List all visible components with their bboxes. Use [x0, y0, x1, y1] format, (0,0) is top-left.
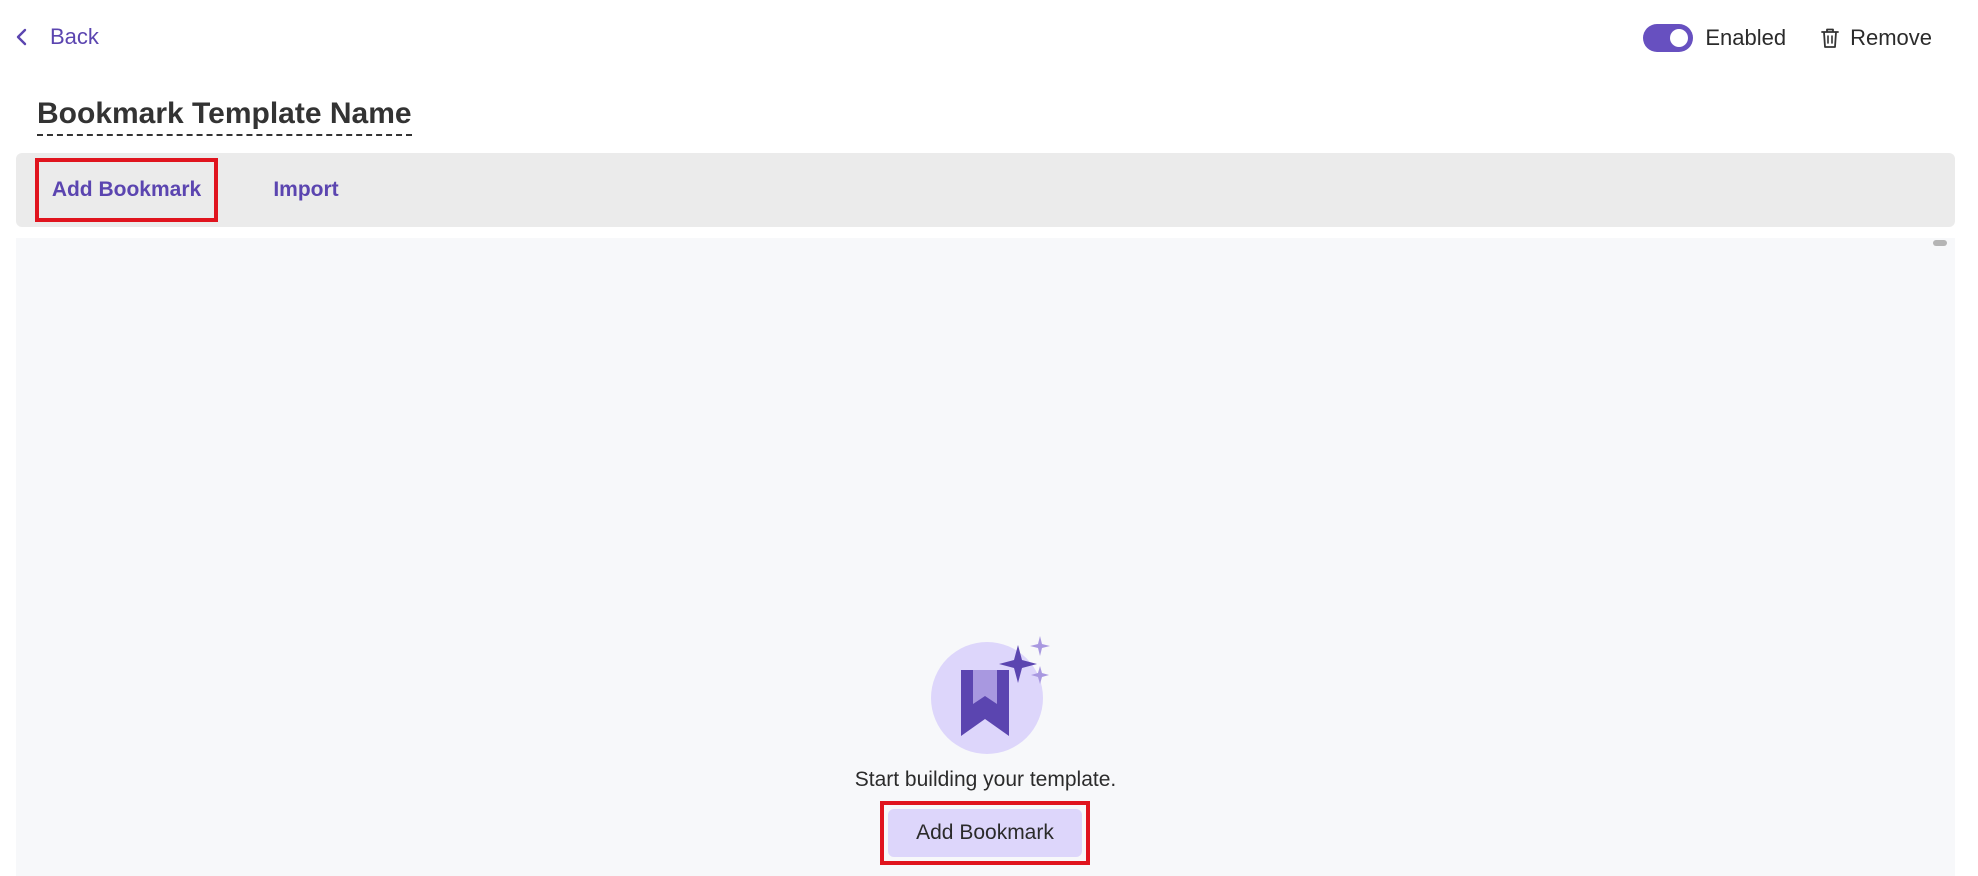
add-bookmark-button-label: Add Bookmark — [888, 809, 1082, 857]
add-bookmark-button[interactable]: Add Bookmark — [880, 801, 1090, 865]
empty-state-message: Start building your template. — [854, 768, 1117, 791]
trash-icon — [1821, 28, 1839, 48]
page-title[interactable]: Bookmark Template Name — [37, 96, 412, 136]
enabled-label: Enabled — [1705, 25, 1787, 50]
toolbar-add-bookmark-button[interactable]: Add Bookmark — [35, 158, 218, 222]
toolbar-import-button[interactable]: Import — [241, 153, 371, 227]
back-button[interactable]: Back — [12, 24, 99, 50]
remove-label: Remove — [1850, 25, 1932, 50]
top-bar: Back Enabled Remove — [0, 0, 1978, 80]
toggle-knob — [1670, 29, 1689, 47]
scrollbar-thumb[interactable] — [1933, 240, 1947, 246]
back-label: Back — [50, 24, 99, 49]
template-canvas: Start building your template. Add Bookma… — [16, 238, 1955, 876]
enabled-toggle[interactable] — [1643, 24, 1694, 52]
toolbar: Add Bookmark Import — [16, 153, 1955, 227]
bookmark-sparkle-icon — [931, 636, 1050, 754]
chevron-left-icon — [16, 28, 27, 46]
header-actions: Enabled Remove — [1643, 24, 1932, 52]
remove-button[interactable]: Remove — [1820, 25, 1932, 51]
